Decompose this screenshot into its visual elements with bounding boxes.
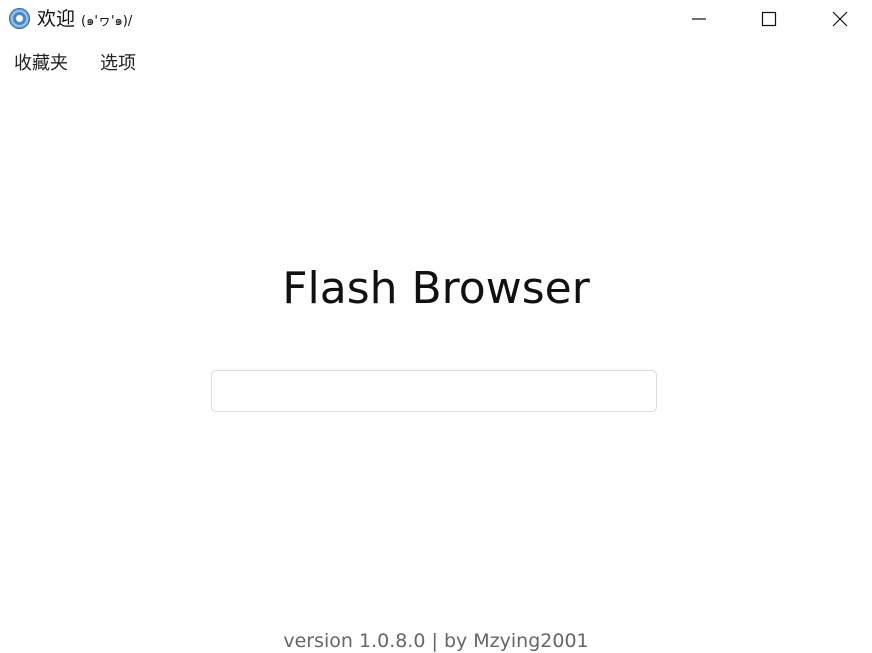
minimize-icon — [692, 18, 706, 20]
close-icon — [832, 11, 848, 27]
app-window: 欢迎 (๑'ヮ'๑)/ 收藏夹 选项 Flash Browser version… — [0, 0, 872, 653]
close-button[interactable] — [817, 0, 863, 38]
version-footer: version 1.0.8.0 | by Mzying2001 — [283, 630, 589, 652]
browser-app-icon — [9, 8, 30, 29]
page-title: Flash Browser — [282, 263, 590, 314]
search-input[interactable] — [211, 370, 657, 412]
menu-item-options[interactable]: 选项 — [100, 48, 136, 80]
menu-item-favorites[interactable]: 收藏夹 — [14, 48, 68, 80]
window-title-text: 欢迎 — [37, 8, 82, 30]
maximize-button[interactable] — [746, 0, 792, 38]
window-title: 欢迎 (๑'ヮ'๑)/ — [37, 7, 132, 34]
minimize-button[interactable] — [676, 0, 722, 38]
window-title-kaomoji: (๑'ヮ'๑)/ — [81, 14, 133, 29]
title-bar[interactable]: 欢迎 (๑'ヮ'๑)/ — [0, 0, 872, 38]
maximize-icon — [761, 11, 777, 27]
